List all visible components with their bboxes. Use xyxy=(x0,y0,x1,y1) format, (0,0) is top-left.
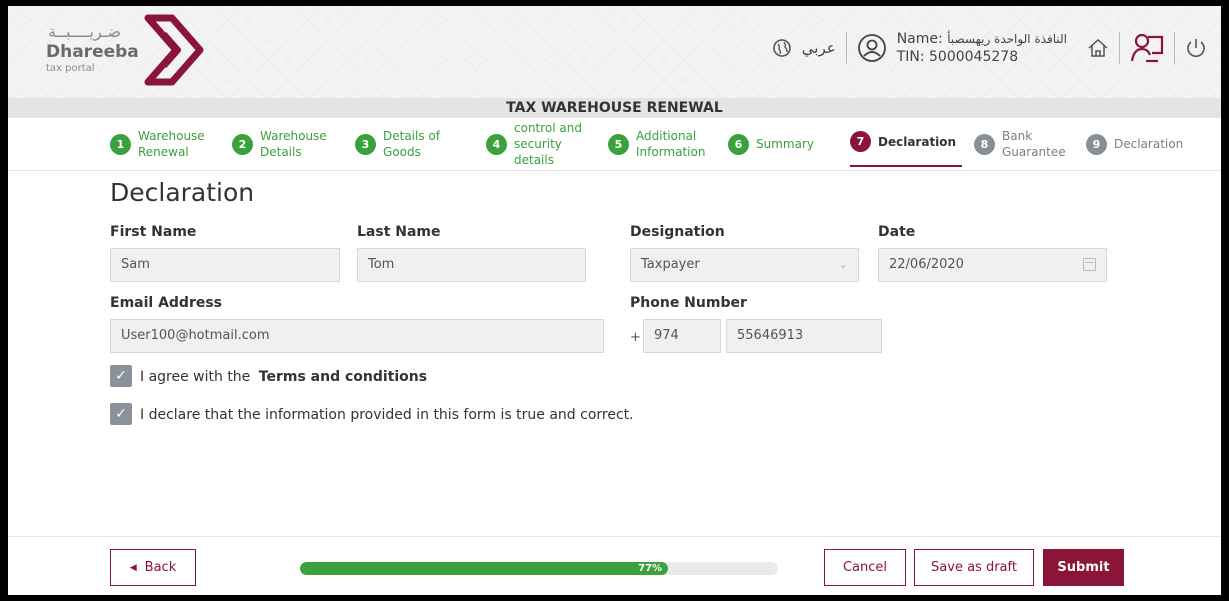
progress-fill: 77% xyxy=(300,562,669,575)
header-divider xyxy=(1174,32,1175,64)
terms-prefix: I agree with the xyxy=(140,369,251,385)
declare-text: I declare that the information provided … xyxy=(140,407,634,423)
step-5[interactable]: 5 Additional Information xyxy=(608,118,716,170)
submit-button[interactable]: Submit xyxy=(1043,549,1124,586)
user-info: Name: النافذة الواحدة ريهسصبأ TIN: 50000… xyxy=(897,30,1067,66)
phone-plus-sign: + xyxy=(630,330,641,345)
form-title: Declaration xyxy=(110,178,255,207)
step-9[interactable]: 9 Declaration xyxy=(1086,118,1183,170)
step-7[interactable]: 7 Declaration xyxy=(850,118,963,167)
back-arrow-icon: ◀ xyxy=(129,562,137,573)
step-2[interactable]: 2 Warehouse Details xyxy=(232,118,340,170)
power-icon[interactable] xyxy=(1185,37,1207,59)
chevron-down-icon: ⌄ xyxy=(838,258,848,271)
language-toggle[interactable]: عربي xyxy=(802,39,836,57)
date-input[interactable]: 22/06/2020 xyxy=(878,248,1107,282)
step-number: 4 xyxy=(486,133,507,155)
step-1[interactable]: 1 Warehouse Renewal xyxy=(110,118,218,170)
date-label: Date xyxy=(878,224,916,240)
step-number: 1 xyxy=(110,133,131,155)
step-label: Warehouse Details xyxy=(260,129,327,159)
step-8[interactable]: 8 Bank Guarantee xyxy=(974,118,1072,170)
terms-checkbox[interactable]: ✓ xyxy=(110,365,132,387)
header-divider xyxy=(1119,32,1120,64)
save-draft-button[interactable]: Save as draft xyxy=(914,549,1034,586)
user-avatar-icon[interactable] xyxy=(857,33,887,63)
user-name-label: Name: xyxy=(896,31,943,47)
home-icon[interactable] xyxy=(1087,38,1109,58)
step-4[interactable]: 4 control and security details xyxy=(486,118,594,170)
terms-link[interactable]: Terms and conditions xyxy=(259,369,427,385)
step-label: Details of Goods xyxy=(383,129,440,159)
header-divider xyxy=(845,32,847,64)
step-number: 6 xyxy=(728,133,749,155)
user-name-line: Name: النافذة الواحدة ريهسصبأ xyxy=(897,30,1067,48)
user-name-value: النافذة الواحدة ريهسصبأ xyxy=(947,32,1067,46)
progress-bar: 77% xyxy=(300,562,778,575)
cancel-button[interactable]: Cancel xyxy=(824,549,906,586)
dhareeba-logo-icon[interactable] xyxy=(142,14,206,86)
user-manual-icon[interactable] xyxy=(1130,31,1164,65)
top-header: ضـريــــبــة Dhareeba tax portal عربي Na… xyxy=(8,6,1221,98)
step-label: Additional Information xyxy=(636,129,706,159)
step-label: control and security details xyxy=(514,121,582,167)
app-window: ضـريــــبــة Dhareeba tax portal عربي Na… xyxy=(8,6,1221,595)
terms-text: I agree with the Terms and conditions xyxy=(140,369,427,385)
logo-name: Dhareeba xyxy=(46,42,139,62)
page-heading: TAX WAREHOUSE RENEWAL xyxy=(8,98,1221,118)
step-label: Declaration xyxy=(1114,137,1184,151)
header-toolbar: عربي Name: النافذة الواحدة ريهسصبأ TIN: … xyxy=(772,28,1207,68)
step-number: 7 xyxy=(850,131,871,152)
back-button[interactable]: ◀ Back xyxy=(110,549,196,586)
step-number: 2 xyxy=(232,133,253,155)
email-input[interactable]: User100@hotmail.com xyxy=(110,319,604,353)
step-number: 3 xyxy=(355,133,376,155)
footer-bar: ◀ Back 77% Cancel Save as draft Submit xyxy=(8,536,1221,595)
step-label: Declaration xyxy=(878,134,957,149)
globe-icon[interactable] xyxy=(772,38,792,58)
step-number: 5 xyxy=(608,133,629,155)
phone-code-input[interactable]: 974 xyxy=(643,319,721,353)
last-name-label: Last Name xyxy=(357,224,441,240)
step-number: 8 xyxy=(974,133,995,155)
last-name-input[interactable]: Tom xyxy=(357,248,586,282)
phone-number-input[interactable]: 55646913 xyxy=(726,319,882,353)
calendar-icon[interactable] xyxy=(1083,258,1096,271)
back-label: Back xyxy=(144,560,177,575)
step-label: Bank Guarantee xyxy=(1002,129,1066,159)
user-tin: TIN: 5000045278 xyxy=(896,49,1019,65)
progress-stepper: 1 Warehouse Renewal 2 Warehouse Details … xyxy=(8,118,1221,171)
designation-label: Designation xyxy=(630,224,725,240)
first-name-label: First Name xyxy=(110,224,197,240)
declare-checkbox[interactable]: ✓ xyxy=(110,403,132,425)
date-value: 22/06/2020 xyxy=(889,257,964,272)
logo-arabic-text: ضـريــــبــة xyxy=(48,22,122,41)
step-label: Warehouse Renewal xyxy=(138,129,205,159)
logo-subtitle: tax portal xyxy=(46,63,95,74)
step-label: Summary xyxy=(756,137,814,151)
phone-label: Phone Number xyxy=(630,295,747,311)
progress-text: 77% xyxy=(638,563,663,574)
email-label: Email Address xyxy=(110,295,223,311)
first-name-input[interactable]: Sam xyxy=(110,248,340,282)
designation-value: Taxpayer xyxy=(641,257,700,272)
designation-select[interactable]: Taxpayer ⌄ xyxy=(630,248,859,282)
step-number: 9 xyxy=(1086,133,1107,155)
step-6[interactable]: 6 Summary xyxy=(728,118,814,170)
step-3[interactable]: 3 Details of Goods xyxy=(355,118,458,170)
